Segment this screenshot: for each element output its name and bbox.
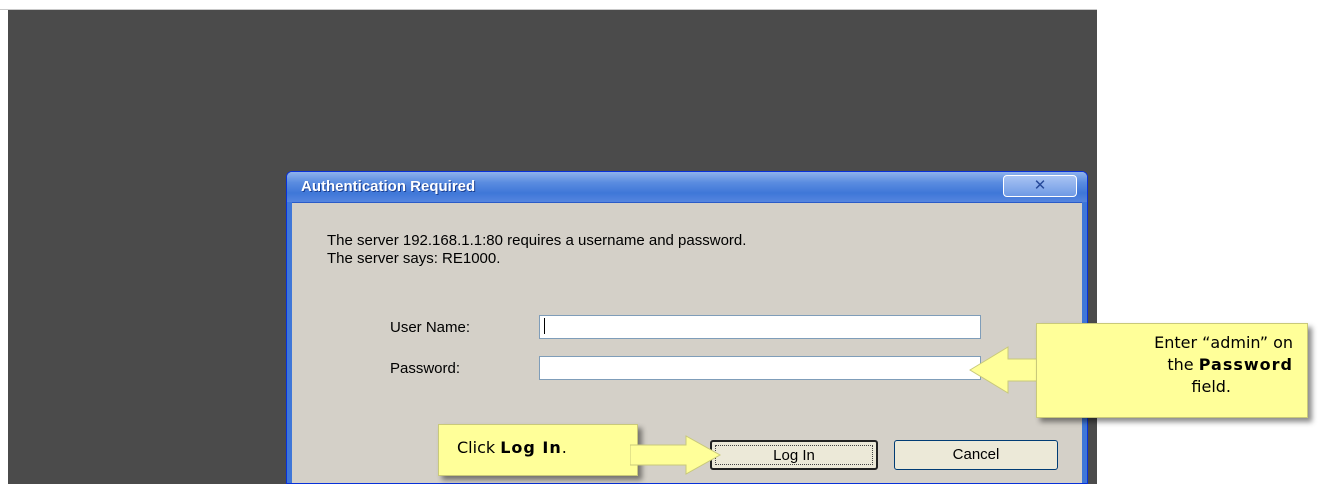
dialog-titlebar: Authentication Required ✕ [287,172,1087,203]
close-button[interactable]: ✕ [1003,175,1077,197]
text-caret [544,318,545,334]
dialog-message: The server 192.168.1.1:80 requires a use… [327,232,746,268]
password-input[interactable] [539,356,981,380]
message-line-2: The server says: RE1000. [327,250,501,267]
top-divider [0,0,1097,10]
cancel-button[interactable]: Cancel [894,440,1058,470]
password-label: Password: [390,360,461,377]
username-field-wrap [539,315,981,339]
close-icon: ✕ [1033,177,1047,194]
cancel-button-label: Cancel [952,446,1000,463]
username-input[interactable] [539,315,981,339]
password-callout-line-3: field. [1191,377,1231,396]
message-line-1: The server 192.168.1.1:80 requires a use… [327,232,747,249]
login-arrow-icon [630,435,722,475]
password-arrow-icon [969,346,1043,394]
login-button[interactable]: Log In [710,440,878,470]
password-callout: Enter “admin” on the Password field. [1036,323,1308,418]
dialog-border-left [287,202,292,483]
login-callout-bold: Log In [500,438,562,457]
password-callout-line-2: the Password [1037,354,1293,376]
password-callout-prefix: the [1167,355,1199,374]
login-callout: Click Log In. [438,424,638,476]
focus-rectangle [715,445,873,465]
dialog-title: Authentication Required [301,178,476,195]
login-callout-prefix: Click [457,438,501,457]
username-label: User Name: [390,319,471,336]
login-callout-text: Click Log In. [457,438,567,457]
password-callout-line-1: Enter “admin” on [1154,333,1293,352]
login-callout-suffix: . [561,438,567,457]
password-callout-bold: Password [1198,355,1293,374]
